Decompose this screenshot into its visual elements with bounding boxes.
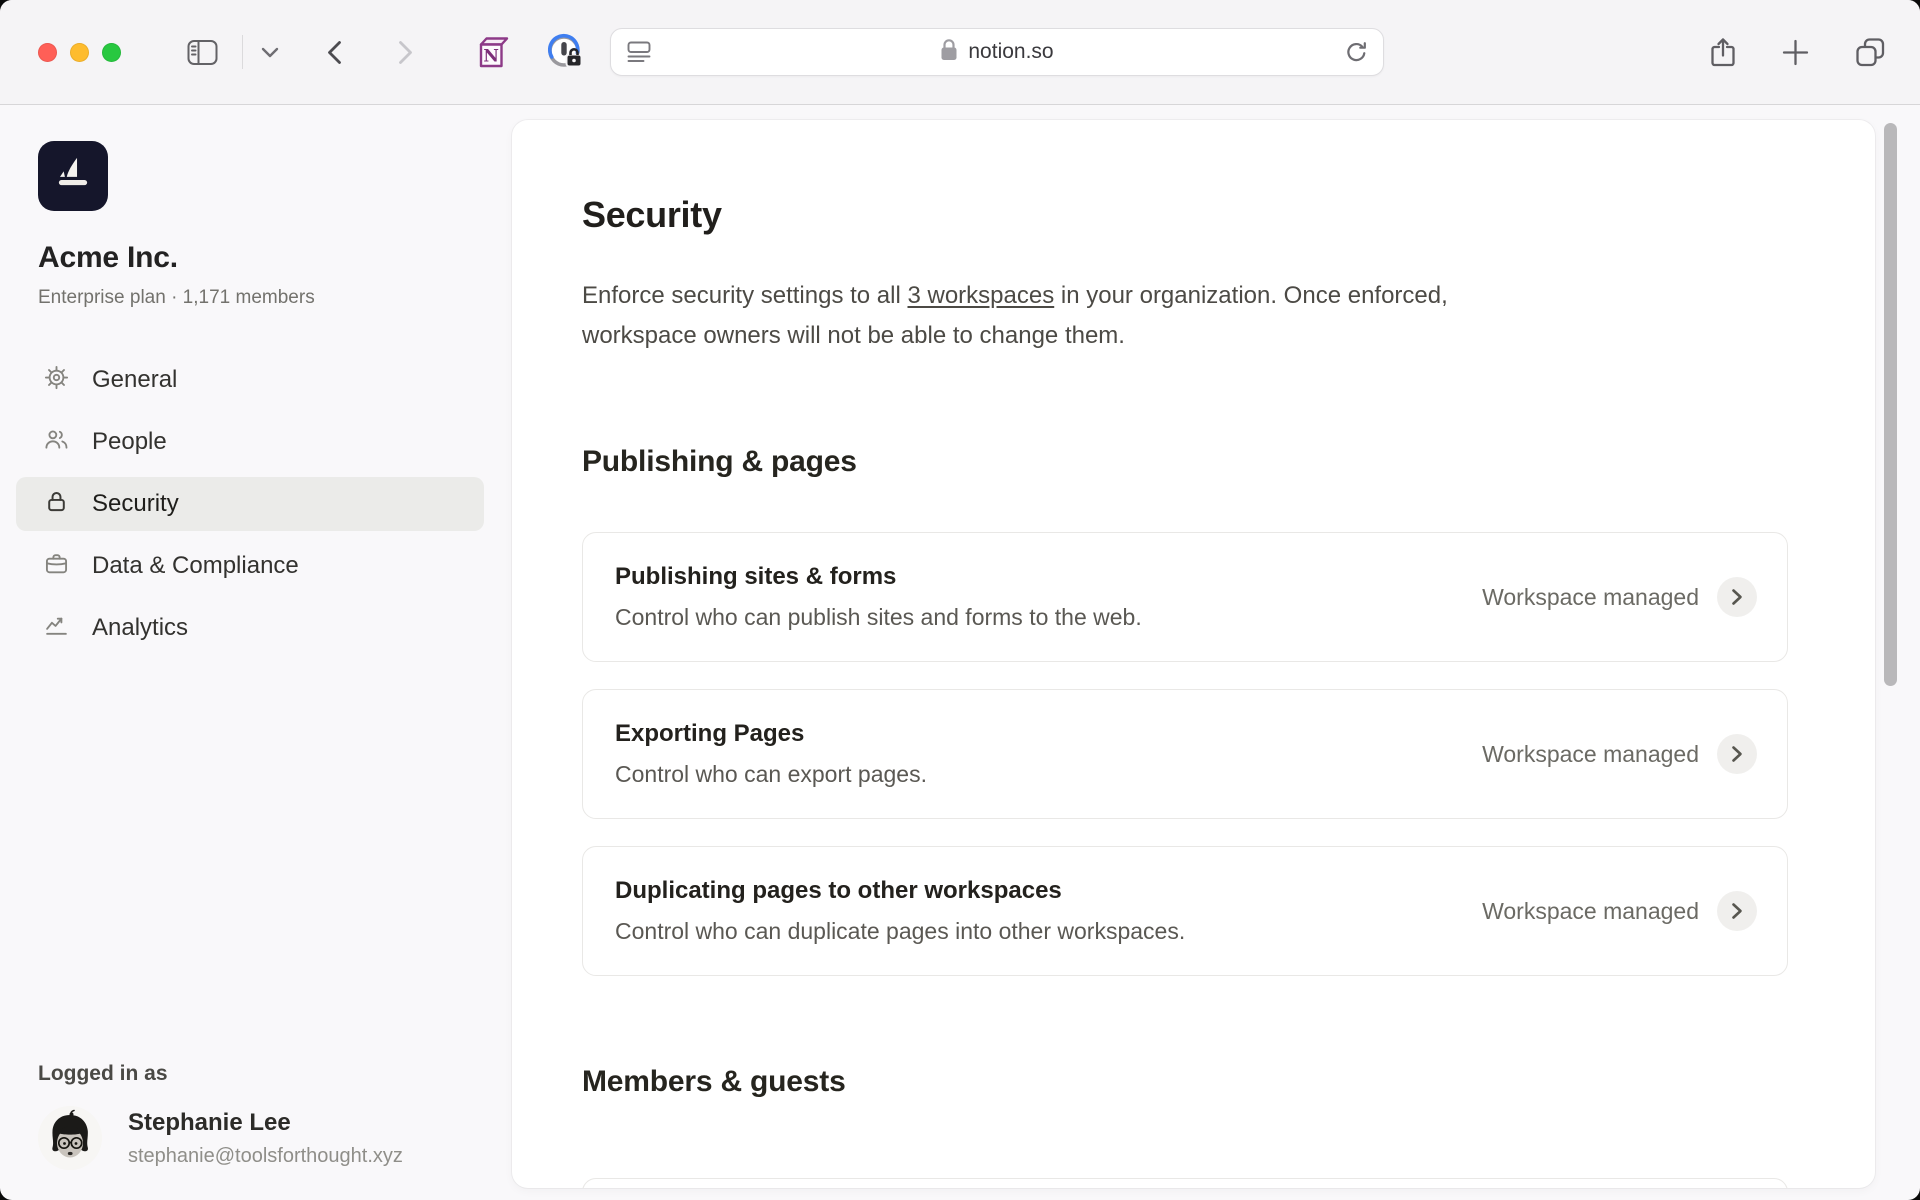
workspace-meta: Enterprise plan · 1,171 members (38, 287, 512, 309)
sidebar-item-label: Data & Compliance (92, 552, 299, 580)
card-description: Control who can duplicate pages into oth… (615, 918, 1185, 945)
sidebar-item-label: General (92, 366, 177, 394)
sidebar-toggle-icon[interactable] (187, 39, 218, 66)
status-badge: Workspace managed (1482, 584, 1699, 611)
traffic-lights (38, 43, 121, 62)
zoom-window-button[interactable] (102, 43, 121, 62)
tab-overview-icon[interactable] (1855, 37, 1886, 68)
chevron-down-icon[interactable] (261, 47, 279, 58)
avatar (38, 1106, 102, 1170)
sidebar-item-analytics[interactable]: Analytics (16, 601, 484, 655)
sidebar-item-data-compliance[interactable]: Data & Compliance (16, 539, 484, 593)
card-title: Publishing sites & forms (615, 563, 1142, 591)
onepassword-extension-icon[interactable] (546, 33, 584, 71)
forward-icon[interactable] (398, 40, 413, 65)
minimize-window-button[interactable] (70, 43, 89, 62)
workspace-name: Acme Inc. (38, 241, 512, 275)
close-window-button[interactable] (38, 43, 57, 62)
address-text: notion.so (968, 40, 1053, 64)
sidebar-item-general[interactable]: General (16, 353, 484, 407)
share-icon[interactable] (1710, 37, 1736, 68)
back-icon[interactable] (327, 40, 342, 65)
sidebar-item-label: Security (92, 490, 179, 518)
browser-toolbar: N (0, 0, 1920, 105)
main-area: Security Enforce security settings to al… (512, 105, 1920, 1200)
intro-text: Enforce security settings to all 3 works… (582, 276, 1527, 356)
chart-icon (44, 613, 69, 643)
card-title: Exporting Pages (615, 720, 927, 748)
status-badge: Workspace managed (1482, 898, 1699, 925)
current-user: Stephanie Lee stephanie@toolsforthought.… (38, 1106, 512, 1170)
card-duplicating-pages[interactable]: Duplicating pages to other workspaces Co… (582, 846, 1788, 976)
card-partial[interactable] (582, 1178, 1788, 1188)
section-heading-members: Members & guests (582, 1064, 1875, 1100)
card-publishing-sites-forms[interactable]: Publishing sites & forms Control who can… (582, 532, 1788, 662)
intro-before: Enforce security settings to all (582, 282, 907, 309)
reload-icon[interactable] (1344, 40, 1369, 65)
plus-icon[interactable] (1782, 39, 1809, 66)
briefcase-icon (44, 551, 69, 581)
sidebar-item-label: People (92, 428, 167, 456)
chevron-right-icon[interactable] (1717, 577, 1757, 617)
admin-sidebar: Acme Inc. Enterprise plan · 1,171 member… (0, 105, 512, 1200)
sidebar-item-people[interactable]: People (16, 415, 484, 469)
toolbar-divider (242, 35, 243, 69)
sidebar-footer: Logged in as (38, 1062, 512, 1170)
user-email: stephanie@toolsforthought.xyz (128, 1145, 403, 1168)
page-title: Security (582, 194, 1875, 236)
sidebar-item-security[interactable]: Security (16, 477, 484, 531)
user-name: Stephanie Lee (128, 1109, 403, 1137)
card-title: Duplicating pages to other workspaces (615, 877, 1185, 905)
card-description: Control who can export pages. (615, 761, 927, 788)
card-exporting-pages[interactable]: Exporting Pages Control who can export p… (582, 689, 1788, 819)
sailboat-icon (51, 152, 95, 201)
publishing-cards: Publishing sites & forms Control who can… (582, 532, 1788, 976)
sidebar-item-label: Analytics (92, 614, 188, 642)
page-content: Acme Inc. Enterprise plan · 1,171 member… (0, 105, 1920, 1200)
chevron-right-icon[interactable] (1717, 891, 1757, 931)
card-description: Control who can publish sites and forms … (615, 604, 1142, 631)
workspace-logo (38, 141, 108, 211)
reader-view-icon[interactable] (627, 41, 651, 63)
section-heading-publishing: Publishing & pages (582, 444, 1875, 480)
gear-icon (44, 365, 69, 395)
scrollbar[interactable] (1884, 123, 1897, 686)
chevron-right-icon[interactable] (1717, 734, 1757, 774)
people-icon (44, 427, 69, 457)
workspaces-link[interactable]: 3 workspaces (907, 282, 1054, 309)
logged-in-as-label: Logged in as (38, 1062, 512, 1086)
settings-panel: Security Enforce security settings to al… (512, 120, 1875, 1188)
lock-icon (44, 489, 69, 519)
address-bar[interactable]: notion.so (610, 28, 1384, 76)
tls-lock-icon (940, 38, 958, 66)
safari-window: N (0, 0, 1920, 1200)
svg-text:N: N (483, 46, 499, 66)
notion-extension-icon[interactable]: N (475, 36, 510, 69)
sidebar-nav: General People (16, 353, 484, 655)
status-badge: Workspace managed (1482, 741, 1699, 768)
